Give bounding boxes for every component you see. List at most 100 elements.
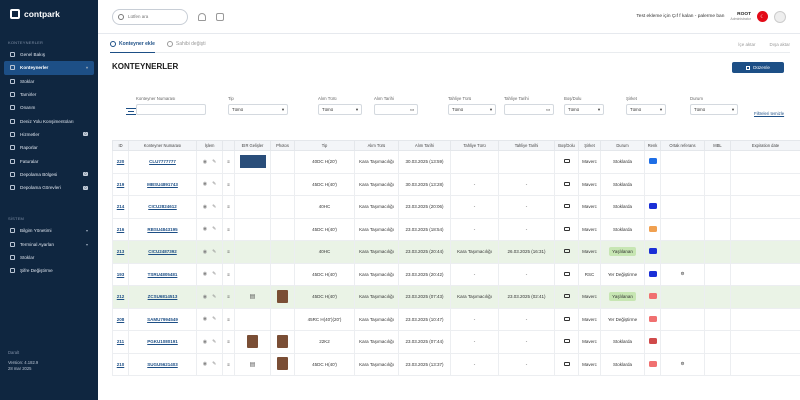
filter-input[interactable]: Tümü ▾ [626,104,666,115]
search-input[interactable] [128,14,178,19]
column-header-0[interactable]: ID [112,140,129,151]
view-icon[interactable]: ◉ [203,204,207,210]
menu-icon[interactable]: ≡ [227,294,230,299]
sidebar-item-sys-2[interactable]: Stoklar [4,251,94,264]
container-number-link[interactable]: ZCSU6814513 [148,294,178,299]
sidebar-item-sys-3[interactable]: Şifre Değiştirme [4,264,94,277]
row-id-link[interactable]: 193 [117,272,125,277]
container-number-link[interactable]: CLU7777777 [149,159,176,164]
column-header-14[interactable]: Renk [644,140,661,151]
edit-icon[interactable]: ✎ [212,181,216,187]
row-id-link[interactable]: 212 [117,294,125,299]
filter-input[interactable]: Tümü ▾ [564,104,604,115]
edit-icon[interactable]: ✎ [212,316,216,322]
view-icon[interactable]: ◉ [203,294,207,300]
photo-thumbnail[interactable] [277,289,288,303]
container-number-link[interactable]: RBSU4843195 [147,227,177,232]
view-icon[interactable]: ◉ [203,159,207,165]
filter-input[interactable]: ▭ [504,104,554,115]
view-icon[interactable]: ◉ [203,316,207,322]
mail-icon[interactable] [216,12,224,21]
tab-add-container[interactable]: Konteyner ekle [110,36,155,53]
sidebar-item-sys-0[interactable]: Bilgim Yönetimi ▾ [4,224,94,237]
container-number-link[interactable]: MBSU4891743 [147,182,178,187]
sidebar-item-main-0[interactable]: Genel Bakış [4,48,94,61]
row-id-link[interactable]: 216 [117,227,125,232]
tab-owner-changed[interactable]: Sahibi değişti [166,36,206,53]
table-row[interactable]: 216 RBSU4843195 ◉ ✎ ≡ 45DC H(40') Kara Taşımac… [112,217,800,241]
column-header-7[interactable]: Alım Türü [354,140,399,151]
column-header-5[interactable]: Photos [270,140,295,151]
language-flag-icon[interactable]: ☾ [757,11,768,22]
menu-icon[interactable]: ≡ [227,249,230,254]
edit-icon[interactable]: ✎ [212,159,216,165]
column-header-6[interactable]: Tip [294,140,355,151]
view-icon[interactable]: ◉ [203,226,207,232]
column-header-11[interactable]: Boş/Dolu [554,140,579,151]
column-header-17[interactable]: Expiration date [730,140,800,151]
sidebar-item-main-6[interactable]: Hizmetler 0 [4,128,94,141]
edit-icon[interactable]: ✎ [212,339,216,345]
menu-icon[interactable]: ≡ [227,272,230,277]
column-header-15[interactable]: Ortak referans [660,140,705,151]
photo-thumbnail[interactable] [277,334,288,348]
view-icon[interactable]: ◉ [203,271,207,277]
row-id-link[interactable]: 214 [117,204,125,209]
import-button[interactable]: İçe aktar [738,42,755,47]
logo[interactable]: contpark [0,0,98,28]
sidebar-item-main-2[interactable]: Stoklar [4,75,94,88]
eir-thumbnail[interactable] [239,154,266,168]
row-id-link[interactable]: 219 [117,182,125,187]
filter-icon[interactable] [126,108,136,115]
sidebar-item-sys-1[interactable]: Terminal Ayarları ▾ [4,238,94,251]
edit-icon[interactable]: ✎ [212,204,216,210]
column-header-2[interactable]: İşlem [196,140,223,151]
table-row[interactable]: 210 SUGU5621403 ◉ ✎ ≡ ▤ 45DC H(40') Kara Taşıma… [112,352,800,376]
view-icon[interactable]: ◉ [203,339,207,345]
search-box[interactable] [112,8,188,25]
menu-icon[interactable]: ≡ [227,362,230,367]
column-header-3[interactable] [222,140,235,151]
table-row[interactable]: 211 PGKU1080191 ◉ ✎ ≡ 22K2 Kara Taşımacılığı 23… [112,330,800,354]
edit-icon[interactable]: ✎ [212,361,216,367]
table-row[interactable]: 212 ZCSU6814513 ◉ ✎ ≡ ▤ 45DC H(40') Kara Taşıma… [112,285,800,309]
column-header-4[interactable]: EIR Gelişler [234,140,271,151]
table-row[interactable]: 193 TSRU4805481 ◉ ✎ ≡ 45DC H(40') Kara Taşımac… [112,262,800,286]
filter-input[interactable]: Tümü ▾ [318,104,362,115]
edit-icon[interactable]: ✎ [212,294,216,300]
table-row[interactable]: 213 CICU2487392 ◉ ✎ ≡ 40HC Kara Taşımacılığı 23… [112,240,800,264]
column-header-16[interactable]: MBL [704,140,731,151]
menu-icon[interactable]: ≡ [227,204,230,209]
container-number-link[interactable]: SAMU7994549 [147,317,178,322]
column-header-12[interactable]: Şirket [578,140,601,151]
table-row[interactable]: 214 CICU2824612 ◉ ✎ ≡ 40HC Kara Taşımacılığı 23… [112,195,800,219]
filter-input[interactable]: Tümü ▾ [448,104,496,115]
container-number-link[interactable]: TSRU4805481 [148,272,178,277]
user-info[interactable]: ROOT Administrator [730,12,751,22]
filter-input[interactable]: Tümü ▾ [690,104,738,115]
row-id-link[interactable]: 210 [117,362,125,367]
container-number-link[interactable]: SUGU5621403 [147,362,178,367]
photo-thumbnail[interactable] [277,357,288,371]
filter-input[interactable]: Tümü ▾ [228,104,288,115]
sidebar-item-main-9[interactable]: Depolama Bölgesi 0 [4,168,94,181]
settings-avatar-icon[interactable] [774,10,786,23]
row-id-link[interactable]: 208 [117,317,125,322]
sidebar-item-main-5[interactable]: Deniz Yolu Konşimentoları [4,114,94,127]
row-id-link[interactable]: 211 [117,339,124,344]
column-header-13[interactable]: Durum [600,140,645,151]
sidebar-item-main-10[interactable]: Depolama Görevleri 0 [4,181,94,194]
menu-icon[interactable]: ≡ [227,182,230,187]
export-button[interactable]: Dışa aktar [769,42,790,47]
edit-icon[interactable]: ✎ [212,271,216,277]
sidebar-item-main-4[interactable]: Onarım [4,101,94,114]
column-header-1[interactable]: Konteyner Numarası [128,140,197,151]
table-row[interactable]: 220 CLU7777777 ◉ ✎ ≡ 40DC H(20') Kara Taşımacı… [112,150,800,174]
container-number-link[interactable]: CICU2824612 [148,204,177,209]
menu-icon[interactable]: ≡ [227,159,230,164]
view-icon[interactable]: ◉ [203,181,207,187]
menu-icon[interactable]: ≡ [227,227,230,232]
edit-button[interactable]: Düzenle [732,62,784,73]
sidebar-item-main-7[interactable]: Raporlar [4,141,94,154]
table-row[interactable]: 219 MBSU4891743 ◉ ✎ ≡ 45DC H(40') Kara Taşımac… [112,172,800,196]
